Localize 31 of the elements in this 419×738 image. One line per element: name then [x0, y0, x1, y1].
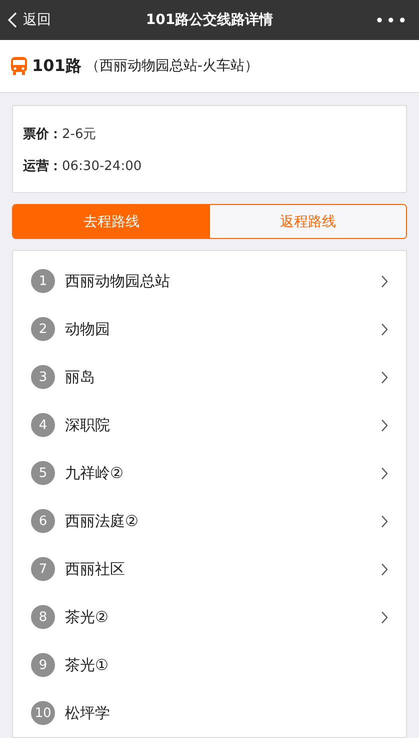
- back-icon: [8, 12, 17, 28]
- stop-number: 1: [31, 269, 55, 293]
- info-label: 票价：: [23, 126, 62, 143]
- stop-number: 7: [31, 557, 55, 581]
- stop-number: 6: [31, 509, 55, 533]
- stop-number: 3: [31, 365, 55, 389]
- more-menu-button[interactable]: •••: [374, 10, 409, 30]
- stop-name[interactable]: 西丽社区: [65, 560, 381, 578]
- stop-name[interactable]: 茶光①: [65, 656, 388, 674]
- stop-name[interactable]: 西丽动物园总站: [65, 272, 381, 290]
- stop-name[interactable]: 九祥岭②: [65, 464, 381, 482]
- stop-number: 4: [31, 413, 55, 437]
- page-title: 101路公交线路详情: [146, 11, 274, 29]
- route-terminals: （西丽动物园总站-火车站）: [85, 57, 258, 75]
- stop-number: 10: [31, 701, 55, 725]
- bus-icon: [10, 56, 28, 76]
- stop-number: 8: [31, 605, 55, 629]
- info-value: 2-6元: [62, 126, 96, 143]
- stop-number: 2: [31, 317, 55, 341]
- stop-name[interactable]: 深职院: [65, 416, 381, 434]
- stop-number: 9: [31, 653, 55, 677]
- stop-name[interactable]: 茶光②: [65, 608, 381, 626]
- route-number: 101路: [32, 56, 82, 76]
- stop-name[interactable]: 西丽法庭②: [65, 512, 381, 530]
- stop-name[interactable]: 丽岛: [65, 368, 381, 386]
- back-button[interactable]: 返回: [0, 0, 51, 40]
- info-value: 06:30-24:00: [62, 158, 142, 174]
- info-label: 运营：: [23, 158, 62, 175]
- stop-number: 5: [31, 461, 55, 485]
- stop-name[interactable]: 松坪学: [65, 704, 388, 722]
- stop-name[interactable]: 动物园: [65, 320, 381, 338]
